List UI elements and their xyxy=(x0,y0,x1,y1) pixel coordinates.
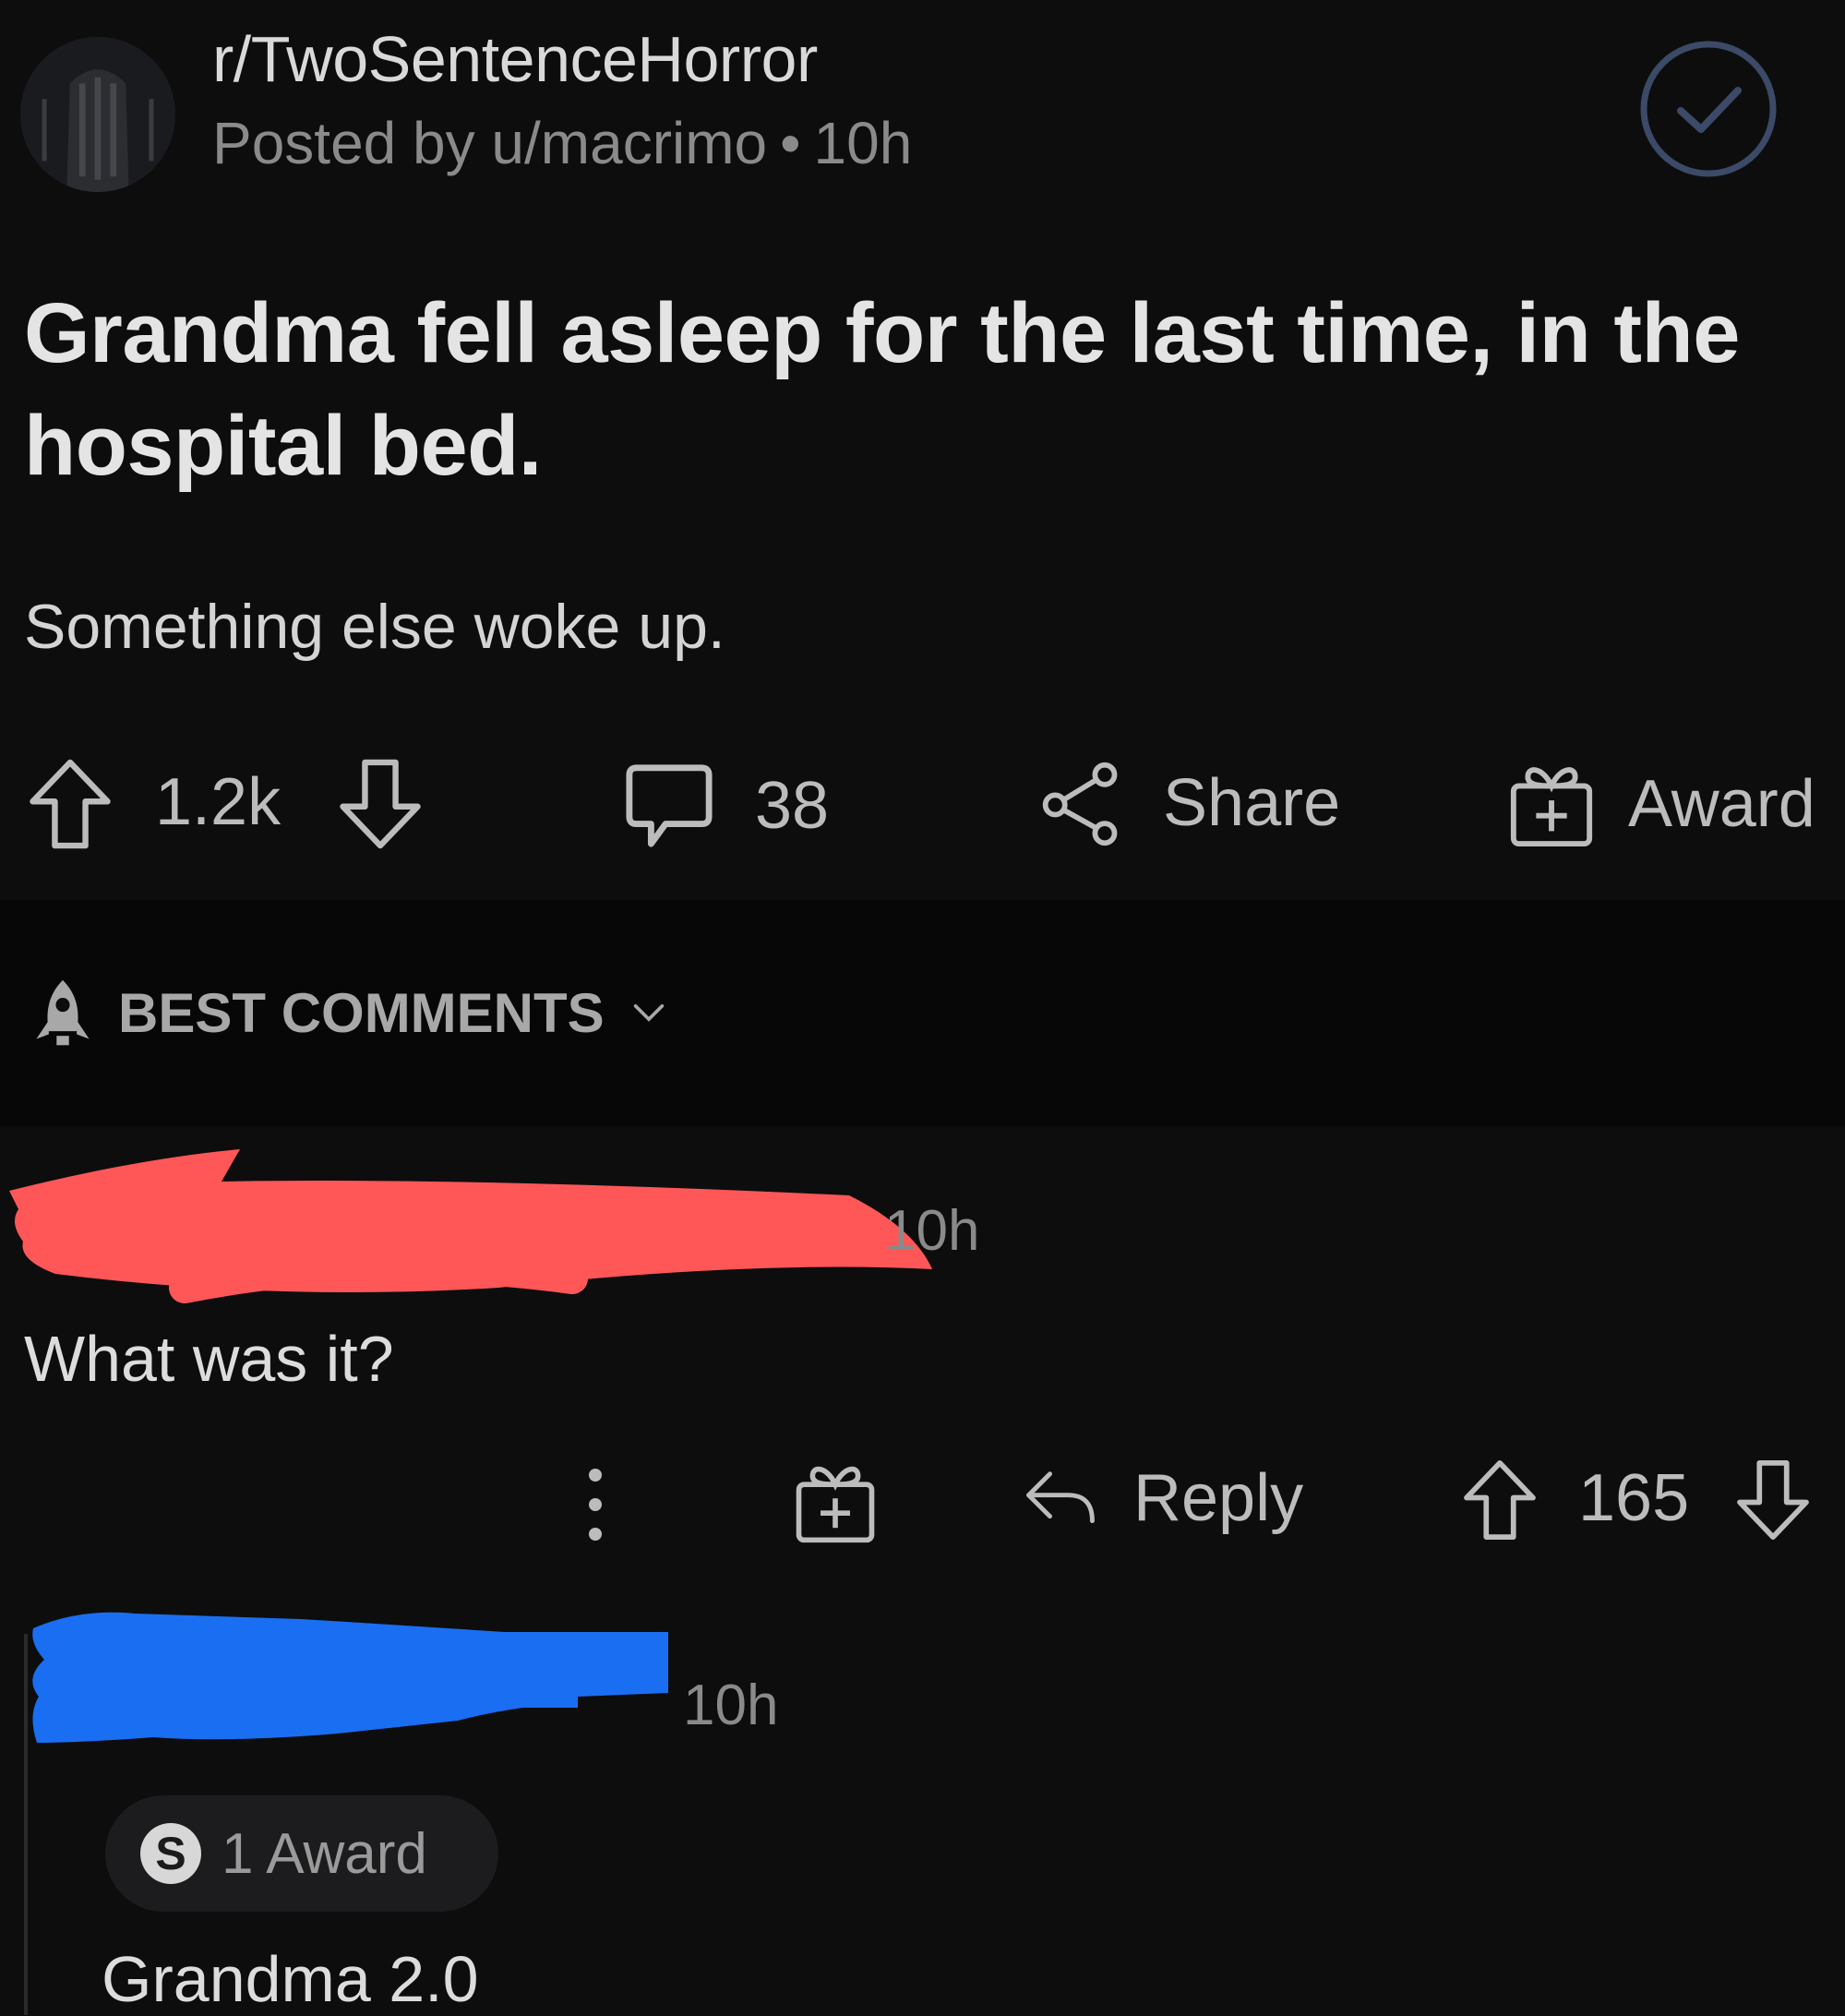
gift-box-icon xyxy=(796,1466,875,1543)
reply-age: 10h xyxy=(683,1674,779,1737)
comment-upvote-button[interactable] xyxy=(1462,1458,1538,1542)
avatar-image xyxy=(20,37,175,192)
vertical-dots-icon xyxy=(589,1469,602,1541)
comment-vote-count: 165 xyxy=(1578,1461,1690,1535)
downvote-button[interactable] xyxy=(338,757,423,851)
speech-bubble-icon xyxy=(626,764,713,847)
meta-separator: • xyxy=(780,110,801,176)
arrow-up-icon xyxy=(30,759,111,849)
comment-downvote-button[interactable] xyxy=(1735,1458,1811,1542)
share-button[interactable]: Share xyxy=(1037,759,1340,847)
red-scribble xyxy=(9,1149,932,1303)
post-action-bar: 1.2k 38 Share Award xyxy=(0,748,1845,868)
reply-button[interactable]: Reply xyxy=(1023,1460,1303,1536)
redacted-username-blue xyxy=(24,1604,670,1794)
arrow-up-icon xyxy=(1464,1460,1536,1540)
post-body: Something else woke up. xyxy=(24,592,725,662)
rocket-icon xyxy=(36,979,90,1046)
post-vote-count: 1.2k xyxy=(155,765,282,839)
share-nodes-icon xyxy=(1042,762,1118,846)
reply-text: Grandma 2.0 xyxy=(102,1943,479,2015)
comments-button[interactable]: 38 xyxy=(624,761,829,851)
comment-action-bar: Reply 165 xyxy=(0,1458,1845,1560)
posted-by[interactable]: Posted by u/macrimo xyxy=(212,110,767,176)
share-label: Share xyxy=(1163,766,1341,840)
comment-award-button[interactable] xyxy=(792,1458,879,1545)
comment-age: 10h xyxy=(884,1199,980,1263)
reply-label: Reply xyxy=(1133,1461,1304,1535)
comment-count: 38 xyxy=(755,769,830,843)
upvote-button[interactable] xyxy=(28,757,113,851)
chevron-down-icon xyxy=(633,1004,664,1022)
subreddit-name[interactable]: r/TwoSentenceHorror xyxy=(212,22,818,96)
redacted-username-red xyxy=(0,1140,960,1311)
subreddit-avatar[interactable] xyxy=(20,37,175,192)
post-age: 10h xyxy=(813,110,913,176)
silver-award-icon: S xyxy=(140,1823,201,1884)
award-label: Award xyxy=(1628,767,1815,841)
award-badge[interactable]: S 1 Award xyxy=(105,1795,498,1912)
award-count: 1 Award xyxy=(222,1821,427,1886)
arrow-down-icon xyxy=(1737,1460,1809,1540)
gift-box-icon xyxy=(1510,767,1593,847)
sort-label: BEST COMMENTS xyxy=(118,981,605,1044)
award-button[interactable]: Award xyxy=(1506,759,1815,849)
reply-arrow-icon xyxy=(1026,1471,1095,1524)
comment-sort-dropdown[interactable]: BEST COMMENTS xyxy=(24,974,665,1051)
arrow-down-icon xyxy=(340,759,421,849)
comment-text: What was it? xyxy=(24,1323,394,1395)
check-circle-icon xyxy=(1640,41,1777,177)
comment-more-button[interactable] xyxy=(581,1458,609,1551)
blue-scribble xyxy=(32,1612,668,1743)
post-meta: Posted by u/macrimo • 10h xyxy=(212,109,912,177)
joined-check-button[interactable] xyxy=(1636,37,1780,181)
post-title[interactable]: Grandma fell asleep for the last time, i… xyxy=(24,277,1815,502)
